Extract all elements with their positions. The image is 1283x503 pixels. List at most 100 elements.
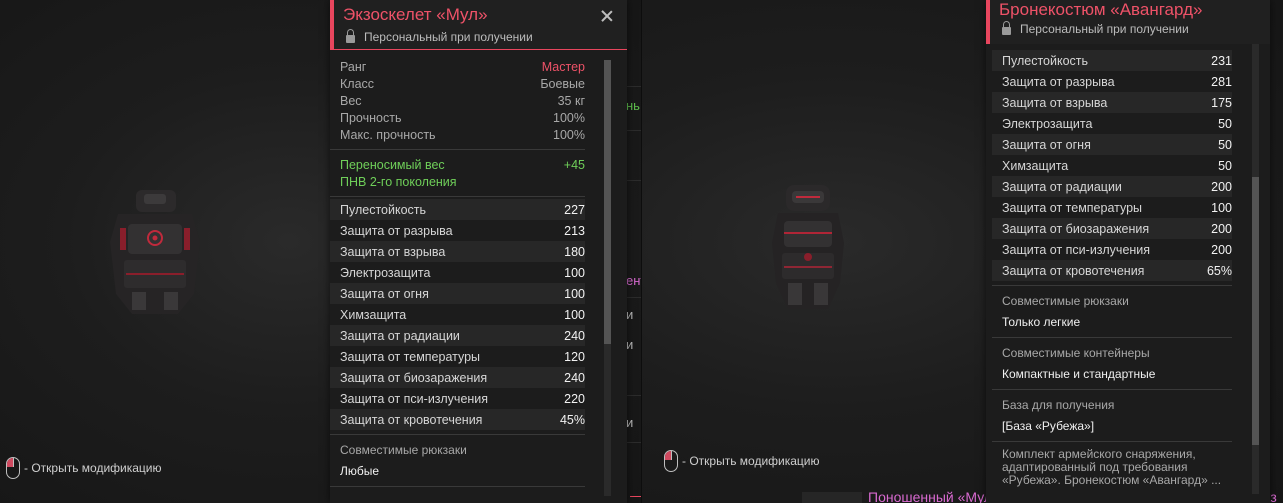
tooltip-header: Бронекостюм «Авангард» Персональный при …	[986, 0, 1270, 44]
stat-label: Защита от взрыва	[1002, 95, 1108, 110]
backpacks-value: Только легкие	[1002, 315, 1081, 329]
stat-value: 120	[564, 349, 585, 364]
right-preview-pane: - Открыть модификацию Поношенный «Мул» Э…	[642, 0, 1283, 503]
bg-fragment: нь	[626, 98, 640, 113]
exoskeleton-model-image	[110, 190, 200, 314]
stat-value: 200	[1211, 221, 1232, 236]
open-modification-hint[interactable]: - Открыть модификацию	[6, 457, 162, 479]
scrollbar-thumb[interactable]	[1252, 177, 1259, 445]
backpacks-section: Совместимые рюкзаки Любые	[330, 435, 585, 486]
stat-value: 175	[1211, 95, 1232, 110]
stat-row: Защита от кровотечения 65%	[992, 260, 1232, 281]
stat-label: Химзащита	[1002, 158, 1069, 173]
mouse-left-click-icon	[6, 457, 20, 479]
base-label: База для получения	[1002, 398, 1115, 412]
info-row: Прочность 100%	[340, 110, 585, 125]
stat-label: Защита от пси-излучения	[1002, 242, 1151, 257]
stat-value: 50	[1218, 116, 1232, 131]
stat-row: Электрозащита 50	[992, 113, 1232, 134]
stat-value: 220	[564, 391, 585, 406]
stat-value: 240	[564, 328, 585, 343]
item-tooltip-armor: Бронекостюм «Авангард» Персональный при …	[986, 0, 1270, 503]
stat-row: Пулестойкость 231	[992, 50, 1232, 71]
stat-row: Защита от огня 100	[330, 283, 585, 304]
bg-fragment: и	[626, 415, 634, 430]
stat-value: 50	[1218, 137, 1232, 152]
item-tooltip-exoskeleton: Экзоскелет «Мул» Персональный при получе…	[330, 0, 627, 503]
stat-label: Защита от взрыва	[340, 244, 446, 259]
bg-item-name: Поношенный «Мул»	[868, 489, 1000, 503]
stat-row: Защита от взрыва 175	[992, 92, 1232, 113]
base-section: База для получения [База «Рубежа»]	[992, 390, 1232, 441]
stat-row: Защита от температуры 120	[330, 346, 585, 367]
stat-label: Защита от разрыва	[1002, 74, 1115, 89]
stat-label: Защита от огня	[1002, 137, 1091, 152]
item-title: Экзоскелет «Мул»	[343, 5, 488, 24]
scrollbar[interactable]	[1252, 44, 1259, 494]
stat-value: 200	[1211, 242, 1232, 257]
stat-label: Химзащита	[340, 307, 407, 322]
stat-row: Защита от биозаражения 240	[330, 367, 585, 388]
stat-value: 180	[564, 244, 585, 259]
backpacks-label: Совместимые рюкзаки	[340, 443, 467, 457]
base-link[interactable]: [База «Рубежа»]	[1002, 419, 1222, 433]
binding-status: Персональный при получении	[343, 28, 533, 44]
stat-label: Защита от температуры	[340, 349, 481, 364]
stat-label: Электрозащита	[1002, 116, 1093, 131]
bg-item-slot	[802, 492, 862, 503]
stat-row: Защита от огня 50	[992, 134, 1232, 155]
containers-value: Компактные и стандартные	[1002, 367, 1156, 381]
containers-section: Совместимые контейнеры Компактные и стан…	[992, 338, 1232, 389]
stats-table: Пулестойкость 231 Защита от разрыва 281 Защи…	[992, 50, 1232, 281]
stat-label: Пулестойкость	[1002, 53, 1089, 68]
mouse-left-click-icon	[664, 450, 678, 472]
stat-value: 231	[1211, 53, 1232, 68]
stat-row: Защита от разрыва 213	[330, 220, 585, 241]
stat-label: Защита от огня	[340, 286, 429, 301]
stat-value: 213	[564, 223, 585, 238]
binding-text: Персональный при получении	[1020, 22, 1189, 36]
hint-text: - Открыть модификацию	[24, 461, 162, 475]
stat-row: Химзащита 50	[992, 155, 1232, 176]
stat-row: Защита от биозаражения 200	[992, 218, 1232, 239]
open-modification-hint[interactable]: - Открыть модификацию	[664, 450, 820, 472]
scrollbar[interactable]	[604, 60, 611, 496]
stat-value: 100	[564, 265, 585, 280]
close-button[interactable]	[601, 10, 613, 22]
stat-label: Защита от пси-излучения	[340, 391, 489, 406]
item-title: Бронекостюм «Авангард»	[999, 0, 1203, 19]
scrollbar-thumb[interactable]	[604, 60, 611, 344]
stat-row: Защита от кровотечения 45%	[330, 409, 585, 430]
binding-text: Персональный при получении	[364, 30, 533, 44]
stat-value: 240	[564, 370, 585, 385]
binding-status: Персональный при получении	[999, 20, 1189, 36]
bg-fragment: и	[626, 337, 634, 352]
backpacks-label: Совместимые рюкзаки	[1002, 294, 1129, 308]
stat-row: Пулестойкость 227	[330, 199, 585, 220]
stat-row: Защита от разрыва 281	[992, 71, 1232, 92]
stat-label: Электрозащита	[340, 265, 431, 280]
stat-value: 45%	[559, 412, 585, 427]
info-row: Класс Боевые	[340, 76, 585, 91]
stat-row: Защита от взрыва 180	[330, 241, 585, 262]
tooltip-body: Ранг Мастер Класс Боевые Вес 35 кг Прочност…	[330, 50, 627, 503]
bg-accent-edge	[630, 496, 641, 503]
stat-value: 200	[1211, 179, 1232, 194]
lock-icon	[1002, 20, 1011, 35]
stats-table: Пулестойкость 227 Защита от разрыва 213 Защи…	[330, 197, 585, 430]
item-description: Комплект армейского снаряжения, адаптиро…	[1002, 447, 1222, 487]
stat-value: 281	[1211, 74, 1232, 89]
stat-label: Защита от биозаражения	[340, 370, 488, 385]
stat-label: Защита от радиации	[340, 328, 460, 343]
bg-fragment: ент	[626, 273, 641, 288]
stat-label: Защита от радиации	[1002, 179, 1122, 194]
stat-row: Защита от температуры 100	[992, 197, 1232, 218]
info-row: Вес 35 кг	[340, 93, 585, 108]
stat-label: Пулестойкость	[340, 202, 427, 217]
tooltip-header: Экзоскелет «Мул» Персональный при получе…	[330, 0, 627, 50]
containers-label: Совместимые контейнеры	[1002, 346, 1150, 360]
stat-row: Химзащита 100	[330, 304, 585, 325]
stat-row: Защита от радиации 200	[992, 176, 1232, 197]
bonus-section: Переносимый вес +45 ПНВ 2-го поколения	[330, 150, 585, 196]
stat-label: Защита от разрыва	[340, 223, 453, 238]
